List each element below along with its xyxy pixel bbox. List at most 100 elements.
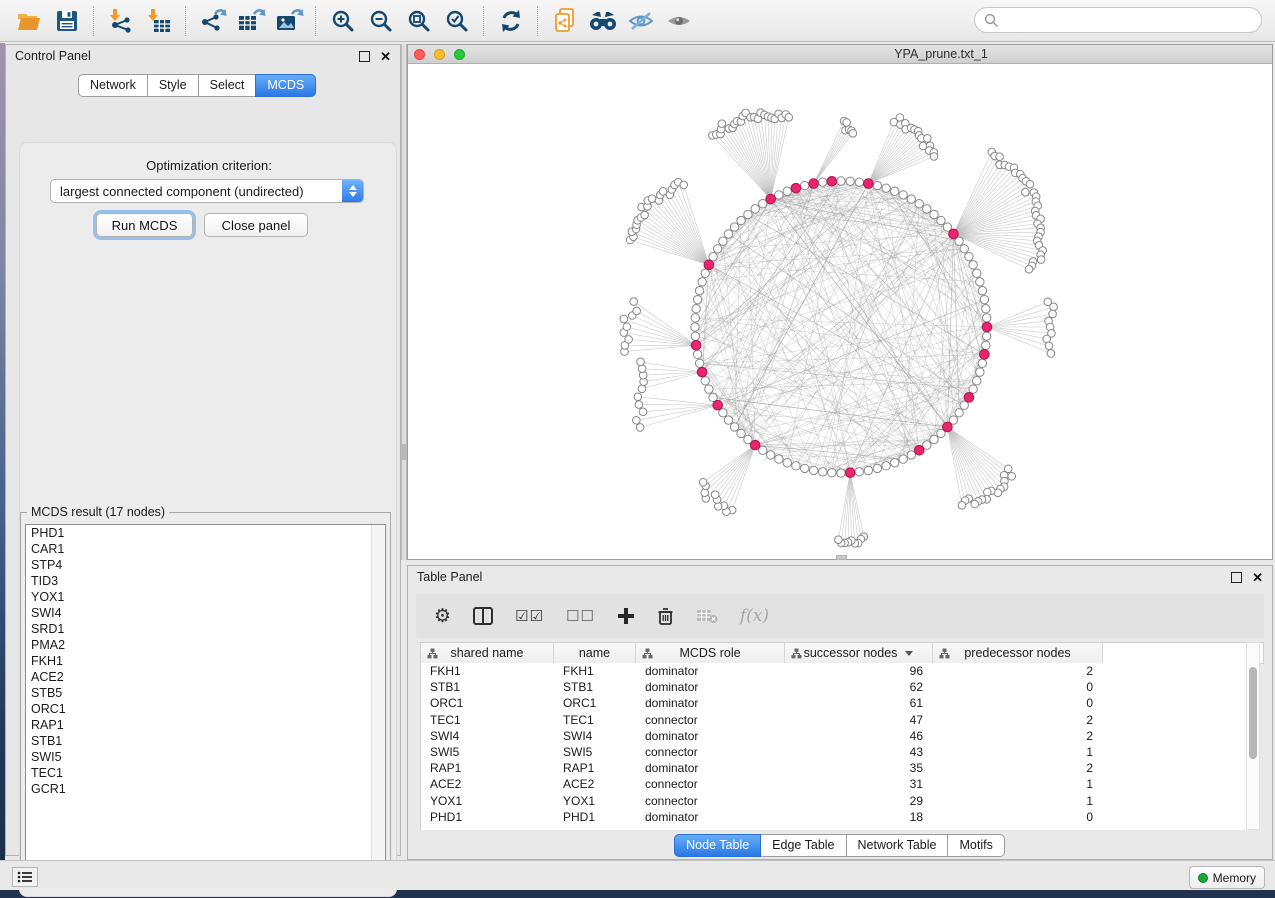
- column-header-MCDS-role[interactable]: MCDS role: [636, 643, 785, 663]
- network-node[interactable]: [775, 455, 783, 463]
- search-input[interactable]: [1005, 12, 1249, 28]
- network-node[interactable]: [819, 178, 827, 186]
- zoom-window-icon[interactable]: [454, 49, 465, 60]
- network-node[interactable]: [924, 134, 932, 142]
- mcds-dominator-node[interactable]: [949, 229, 959, 239]
- network-node[interactable]: [701, 269, 709, 277]
- network-node[interactable]: [744, 210, 752, 218]
- network-node[interactable]: [923, 205, 931, 213]
- network-node[interactable]: [983, 314, 991, 322]
- close-panel-icon[interactable]: ✕: [1252, 571, 1263, 584]
- network-node[interactable]: [719, 237, 727, 245]
- network-node[interactable]: [899, 191, 907, 199]
- mcds-result-item[interactable]: PHD1: [26, 525, 385, 541]
- mcds-dominator-node[interactable]: [713, 400, 723, 410]
- network-node[interactable]: [775, 191, 783, 199]
- table-row[interactable]: STB1STB1dominator620: [421, 679, 1246, 695]
- mcds-result-item[interactable]: PMA2: [26, 637, 385, 653]
- network-node[interactable]: [634, 393, 642, 401]
- cell-successor_nodes[interactable]: 43: [785, 745, 933, 759]
- cell-predecessor_nodes[interactable]: 0: [933, 680, 1103, 694]
- cell-name[interactable]: ORC1: [554, 696, 636, 710]
- network-node[interactable]: [907, 195, 915, 203]
- cell-shared_name[interactable]: YOX1: [421, 794, 554, 808]
- network-node[interactable]: [724, 230, 732, 238]
- float-panel-icon[interactable]: [1231, 572, 1242, 583]
- network-node[interactable]: [730, 423, 738, 431]
- network-node[interactable]: [899, 455, 907, 463]
- export-image-button[interactable]: [270, 3, 308, 39]
- mcds-dominator-node[interactable]: [750, 440, 760, 450]
- close-window-icon[interactable]: [414, 49, 425, 60]
- network-node[interactable]: [639, 408, 647, 416]
- column-header-predecessor-nodes[interactable]: predecessor nodes: [933, 643, 1103, 663]
- zoom-selected-button[interactable]: [438, 3, 476, 39]
- network-node[interactable]: [882, 462, 890, 470]
- mcds-result-item[interactable]: TID3: [26, 573, 385, 589]
- cell-shared_name[interactable]: PHD1: [421, 810, 554, 824]
- cell-predecessor_nodes[interactable]: 2: [933, 761, 1103, 775]
- network-node[interactable]: [633, 307, 641, 315]
- mcds-dominator-node[interactable]: [982, 322, 992, 332]
- mcds-result-item[interactable]: GCR1: [26, 781, 385, 797]
- network-node[interactable]: [882, 184, 890, 192]
- network-node[interactable]: [864, 466, 872, 474]
- mcds-list-scrollbar[interactable]: [371, 525, 385, 877]
- network-node[interactable]: [705, 385, 713, 393]
- import-network-button[interactable]: [102, 3, 140, 39]
- network-node[interactable]: [635, 401, 643, 409]
- network-node[interactable]: [930, 153, 938, 161]
- cell-predecessor_nodes[interactable]: 0: [933, 696, 1103, 710]
- cell-predecessor_nodes[interactable]: 2: [933, 729, 1103, 743]
- cell-shared_name[interactable]: ACE2: [421, 777, 554, 791]
- network-node[interactable]: [783, 459, 791, 467]
- network-node[interactable]: [630, 298, 638, 306]
- cell-predecessor_nodes[interactable]: 1: [933, 794, 1103, 808]
- network-node[interactable]: [638, 365, 646, 373]
- tab-mcds[interactable]: MCDS: [255, 74, 316, 97]
- network-node[interactable]: [984, 488, 992, 496]
- add-column-icon[interactable]: [617, 607, 635, 625]
- network-node[interactable]: [873, 181, 881, 189]
- cell-name[interactable]: SWI5: [554, 745, 636, 759]
- mcds-result-item[interactable]: TEC1: [26, 765, 385, 781]
- mcds-dominator-node[interactable]: [943, 422, 953, 432]
- network-node[interactable]: [955, 409, 963, 417]
- cell-shared_name[interactable]: TEC1: [421, 713, 554, 727]
- tab-network-table[interactable]: Network Table: [846, 834, 949, 857]
- cell-mcds_role[interactable]: dominator: [636, 696, 785, 710]
- close-panel-icon[interactable]: ✕: [380, 50, 391, 63]
- mcds-dominator-node[interactable]: [827, 176, 837, 186]
- network-node[interactable]: [714, 245, 722, 253]
- table-settings-gear-icon[interactable]: ⚙: [434, 605, 451, 627]
- select-all-rows-icon[interactable]: ☑☑: [515, 607, 544, 625]
- cell-mcds_role[interactable]: connector: [636, 777, 785, 791]
- run-mcds-button[interactable]: Run MCDS: [96, 213, 193, 237]
- show-all-button[interactable]: [660, 3, 698, 39]
- float-panel-icon[interactable]: [359, 51, 370, 62]
- cell-successor_nodes[interactable]: 29: [785, 794, 933, 808]
- tab-style[interactable]: Style: [147, 74, 199, 97]
- network-node[interactable]: [996, 153, 1004, 161]
- network-node[interactable]: [1037, 256, 1045, 264]
- task-history-button[interactable]: [12, 867, 38, 887]
- network-node[interactable]: [980, 295, 988, 303]
- network-node[interactable]: [983, 332, 991, 340]
- network-node[interactable]: [930, 210, 938, 218]
- cell-shared_name[interactable]: RAP1: [421, 761, 554, 775]
- network-node[interactable]: [1045, 342, 1053, 350]
- network-node[interactable]: [837, 469, 845, 477]
- mcds-result-item[interactable]: FKH1: [26, 653, 385, 669]
- network-node[interactable]: [659, 188, 667, 196]
- mcds-result-item[interactable]: STB5: [26, 685, 385, 701]
- network-node[interactable]: [692, 305, 700, 313]
- cell-predecessor_nodes[interactable]: 2: [933, 664, 1103, 678]
- cell-mcds_role[interactable]: connector: [636, 794, 785, 808]
- cell-shared_name[interactable]: SWI5: [421, 745, 554, 759]
- network-node[interactable]: [693, 350, 701, 358]
- mcds-result-item[interactable]: STB1: [26, 733, 385, 749]
- save-session-button[interactable]: [48, 3, 86, 39]
- mcds-result-item[interactable]: SRD1: [26, 621, 385, 637]
- cell-mcds_role[interactable]: dominator: [636, 761, 785, 775]
- table-row[interactable]: YOX1YOX1connector291: [421, 793, 1246, 809]
